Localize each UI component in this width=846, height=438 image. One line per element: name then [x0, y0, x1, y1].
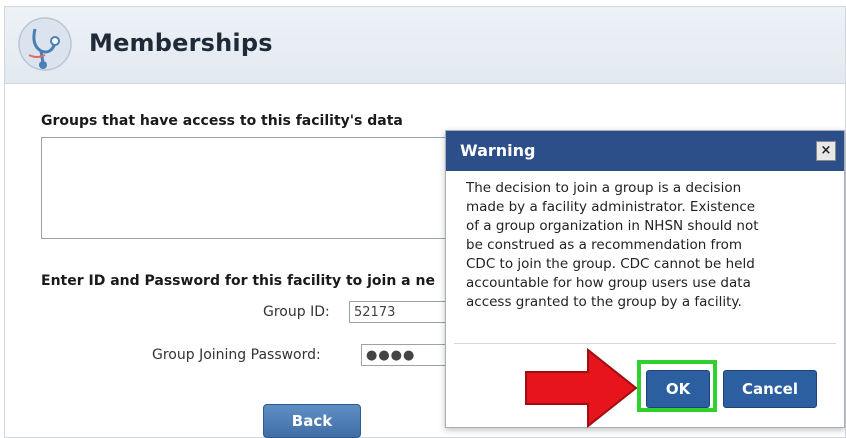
groups-access-label: Groups that have access to this facility…: [41, 113, 403, 129]
message-line: access granted to the group by a facilit…: [466, 294, 742, 310]
dialog-message: The decision to join a group is a decisi…: [466, 179, 826, 312]
message-line: be construed as a recommendation from: [466, 237, 742, 253]
dialog-divider: [454, 343, 836, 344]
message-line: CDC to join the group. CDC cannot be hel…: [466, 256, 755, 272]
red-arrow-icon: [525, 347, 638, 429]
cancel-button[interactable]: Cancel: [723, 370, 817, 408]
back-button[interactable]: Back: [263, 404, 361, 438]
group-id-label: Group ID:: [263, 304, 330, 320]
message-line: accountable for how group users use data: [466, 275, 751, 291]
groups-access-list[interactable]: [41, 137, 463, 239]
page-title: Memberships: [89, 29, 273, 57]
stethoscope-icon: [18, 17, 72, 71]
message-line: of a group organization in NHSN should n…: [466, 218, 759, 234]
ok-button[interactable]: OK: [646, 370, 710, 408]
password-label: Group Joining Password:: [152, 347, 321, 363]
page-header: Memberships: [5, 7, 845, 84]
close-icon[interactable]: ×: [816, 141, 836, 161]
message-line: The decision to join a group is a decisi…: [466, 180, 742, 196]
dialog-title: Warning: [460, 141, 536, 160]
message-line: made by a facility administrator. Existe…: [466, 199, 756, 215]
join-group-label: Enter ID and Password for this facility …: [41, 273, 435, 289]
dialog-titlebar: Warning ×: [446, 131, 844, 171]
